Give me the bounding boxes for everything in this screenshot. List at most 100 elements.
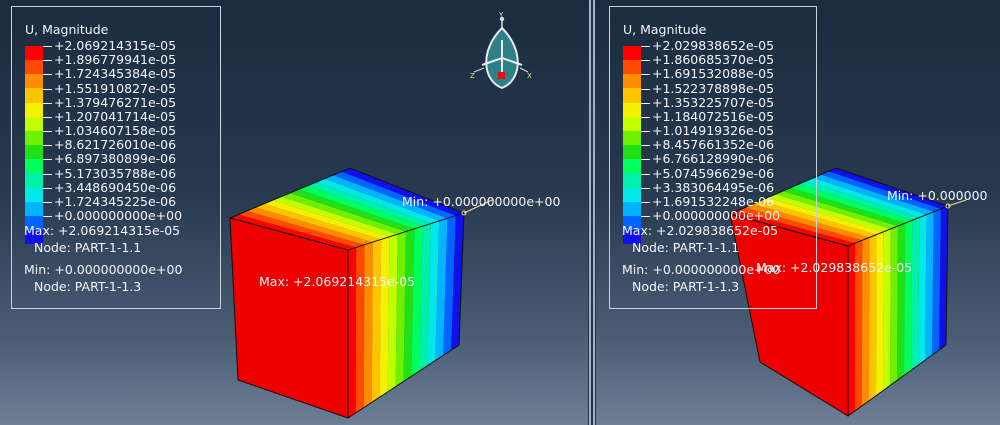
color-band (623, 102, 641, 117)
viewport-left[interactable]: Min: +0.000000000e+00 Max: +2.069214315e… (0, 0, 588, 425)
triad-z-label: Z (470, 72, 475, 80)
viewport-right[interactable]: Min: +0.000000 Max: +2.029838652e-05 U, … (596, 0, 1000, 425)
legend-title: U, Magnitude (25, 22, 109, 37)
color-band (25, 46, 43, 61)
legend-tick (43, 187, 52, 189)
min-value: Min: +0.000000000e+00 (24, 262, 183, 277)
legend-tick (43, 159, 52, 161)
legend-tick (641, 173, 650, 175)
legend-value: +1.896779941e-05 (54, 52, 177, 68)
color-band (25, 145, 43, 160)
color-band (25, 201, 43, 216)
min-value: Min: +0.000000000e+00 (622, 262, 781, 277)
contour-band (883, 228, 891, 391)
legend-value: +5.074596629e-06 (652, 165, 775, 181)
legend-value: +0.000000000e+00 (54, 208, 183, 223)
legend-tick (43, 60, 52, 62)
legend-value: +1.379476271e-05 (54, 94, 177, 110)
color-band (623, 60, 641, 75)
contour-band (876, 231, 884, 396)
color-bar (623, 46, 641, 245)
legend-value: +0.000000000e+00 (652, 208, 781, 223)
legend-value: +1.014919326e-05 (652, 123, 775, 138)
legend-tick (641, 187, 650, 189)
legend-value: +1.724345384e-05 (54, 66, 177, 82)
legend-value: +1.691532248e-06 (652, 193, 775, 209)
legend-tick (43, 116, 52, 118)
contour-band (371, 239, 382, 403)
min-node: Node: PART-1-1.3 (34, 279, 142, 294)
legend-tick (43, 145, 52, 147)
legend-tick (43, 74, 52, 76)
legend-value: +1.551910827e-05 (54, 80, 177, 96)
legend-tick (641, 88, 650, 90)
cube-front-face (229, 217, 349, 419)
min-annotation: Min: +0.000000 (887, 188, 988, 203)
color-band (25, 74, 43, 89)
color-band (623, 145, 641, 160)
legend-value: +1.207041714e-05 (54, 108, 177, 124)
triad-y-label: Y (498, 11, 504, 19)
min-annotation: Min: +0.000000000e+00 (402, 194, 560, 209)
color-band (25, 130, 43, 146)
color-band (25, 88, 43, 103)
legend-value: +1.724345225e-06 (54, 193, 177, 209)
orientation-triad: Y Z X (470, 11, 532, 90)
viewport-divider[interactable] (588, 0, 596, 425)
legend-tick (641, 159, 650, 161)
legend-tick (641, 102, 650, 104)
max-value: Max: +2.069214315e-05 (24, 223, 181, 238)
legend-value: +1.522378898e-05 (652, 80, 775, 96)
legend-value: +2.029838652e-05 (652, 38, 775, 53)
color-band (25, 173, 43, 188)
color-band (25, 60, 43, 75)
legend-value: +3.383064495e-06 (652, 179, 775, 195)
triad-x-label: X (527, 72, 532, 80)
color-bar (25, 46, 43, 245)
color-band (25, 116, 43, 131)
legend-tick (641, 145, 650, 147)
color-band (623, 130, 641, 146)
legend-value: +2.069214315e-05 (54, 38, 177, 53)
legend-value: +8.457661352e-06 (652, 137, 775, 153)
color-band (623, 187, 641, 202)
contour-legend: U, Magnitude +2.069214315e-05 +1.89677994… (11, 6, 221, 309)
color-band (623, 74, 641, 89)
legend-value: +3.448690450e-06 (54, 179, 177, 195)
legend-value: +1.860685370e-05 (652, 52, 775, 68)
legend-tick (641, 74, 650, 76)
legend-value: +1.691532088e-05 (652, 66, 775, 82)
color-band (623, 46, 641, 61)
max-node: Node: PART-1-1.1 (632, 240, 740, 255)
legend-value: +1.353225707e-05 (652, 94, 775, 110)
legend-tick (43, 88, 52, 90)
legend-tick (641, 201, 650, 203)
legend-tick (43, 102, 52, 104)
contour-band (911, 217, 920, 371)
legend-tick (641, 46, 650, 47)
legend-value: +8.621726010e-06 (54, 137, 177, 153)
legend-tick (641, 60, 650, 62)
legend-tick (43, 201, 52, 203)
legend-tick (43, 46, 52, 47)
color-band (623, 116, 641, 131)
color-band (623, 173, 641, 188)
contour-legend: U, Magnitude +2.029838652e-05 +1.86068537… (609, 6, 817, 309)
color-band (623, 88, 641, 103)
legend-tick (641, 116, 650, 118)
legend-tick (641, 131, 650, 132)
contour-band (355, 244, 365, 413)
legend-value: +6.897380899e-06 (54, 151, 177, 167)
legend-tick (641, 216, 650, 217)
legend-title: U, Magnitude (623, 22, 707, 37)
legend-value: +1.034607158e-05 (54, 123, 177, 138)
max-node: Node: PART-1-1.1 (34, 240, 142, 255)
legend-value: +5.173035788e-06 (54, 165, 177, 181)
max-value: Max: +2.029838652e-05 (622, 223, 779, 238)
legend-tick (43, 173, 52, 175)
min-node: Node: PART-1-1.3 (632, 279, 740, 294)
color-band (25, 102, 43, 117)
color-band (25, 159, 43, 174)
contour-band (897, 223, 906, 381)
contour-band (890, 226, 898, 386)
